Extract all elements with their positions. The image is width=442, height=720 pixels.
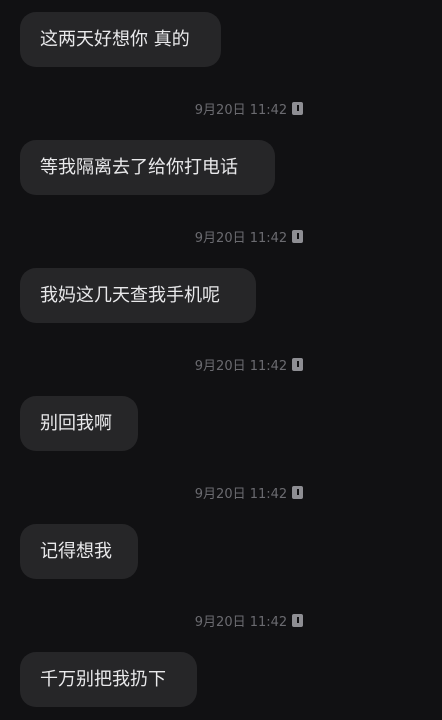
message-bubble[interactable]: 这两天好想你 真的 — [20, 12, 221, 67]
message-timestamp: 9月20日 11:42 — [194, 102, 288, 118]
message-meta: 9月20日 11:42 — [0, 482, 442, 502]
message-timestamp: 9月20日 11:42 — [194, 614, 288, 630]
message-meta: 9月20日 11:42 — [0, 354, 442, 374]
message-text: 这两天好想你 真的 — [40, 29, 190, 50]
message-bubble[interactable]: 记得想我 — [20, 524, 138, 579]
read-receipt-icon — [292, 613, 304, 627]
read-receipt-icon — [292, 229, 304, 243]
read-receipt-icon — [292, 101, 304, 115]
message-bubble[interactable]: 我妈这几天查我手机呢 — [20, 268, 256, 323]
message-timestamp: 9月20日 11:42 — [194, 358, 288, 374]
message-text: 别回我啊 — [40, 413, 112, 434]
message-bubble[interactable]: 别回我啊 — [20, 396, 138, 451]
message-timestamp: 9月20日 11:42 — [194, 230, 288, 246]
message-bubble[interactable]: 等我隔离去了给你打电话 — [20, 140, 275, 195]
chat-thread: 这两天好想你 真的 9月20日 11:42 等我隔离去了给你打电话 9月20日 … — [0, 0, 442, 720]
read-receipt-icon — [292, 485, 304, 499]
message-text: 千万别把我扔下 — [40, 669, 166, 690]
message-meta: 9月20日 11:42 — [0, 610, 442, 630]
read-receipt-icon — [292, 357, 304, 371]
message-timestamp: 9月20日 11:42 — [194, 486, 288, 502]
message-text: 记得想我 — [40, 541, 112, 562]
message-meta: 9月20日 11:42 — [0, 226, 442, 246]
message-bubble[interactable]: 千万别把我扔下 — [20, 652, 197, 707]
message-text: 等我隔离去了给你打电话 — [40, 157, 238, 178]
message-meta: 9月20日 11:42 — [0, 98, 442, 118]
message-text: 我妈这几天查我手机呢 — [40, 285, 220, 306]
